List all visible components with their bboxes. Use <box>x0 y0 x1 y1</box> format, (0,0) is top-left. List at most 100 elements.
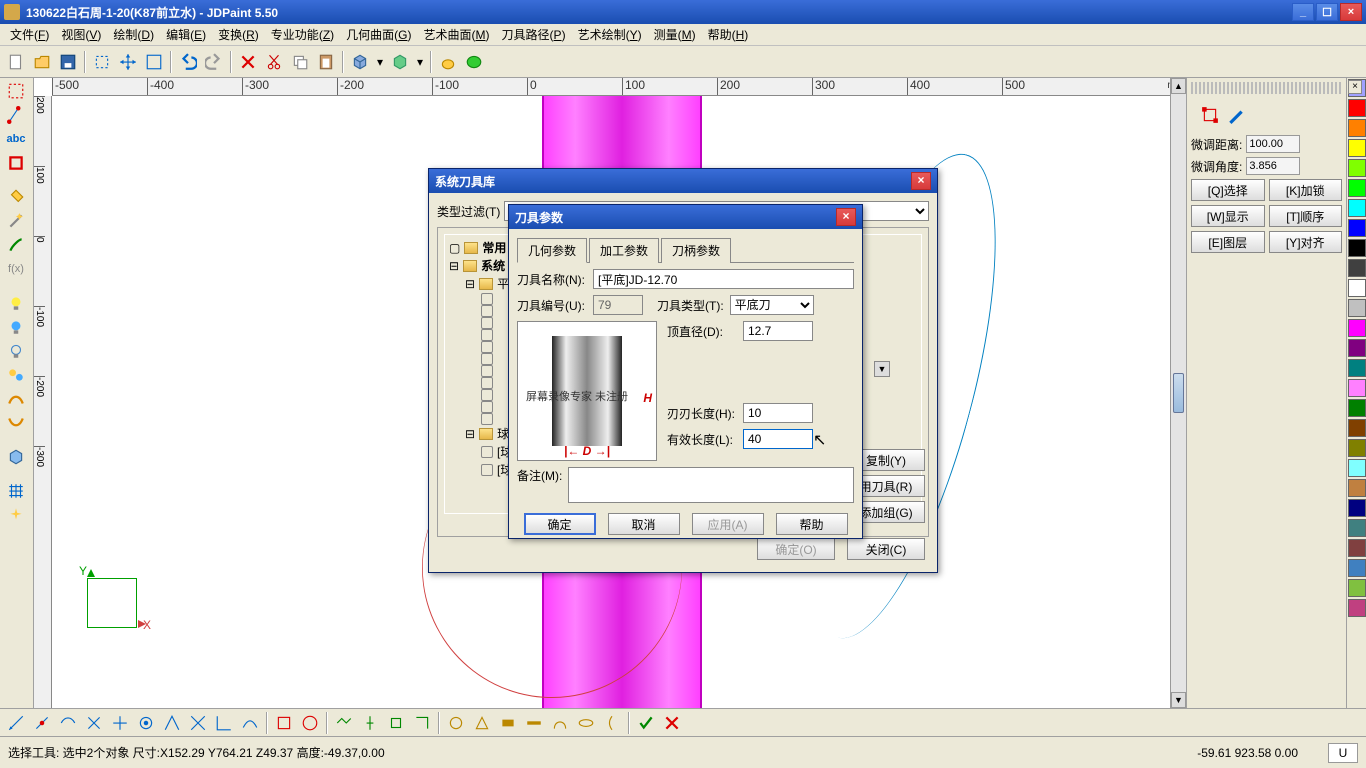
bottom-tool-icon[interactable] <box>358 711 382 735</box>
bottom-check-icon[interactable] <box>634 711 658 735</box>
color-swatch[interactable] <box>1348 119 1366 137</box>
dropdown-icon[interactable]: ▾ <box>374 50 386 74</box>
shape-icon[interactable] <box>462 50 486 74</box>
scroll-thumb[interactable] <box>1173 373 1184 413</box>
menu-toolpath[interactable]: 刀具路径(P) <box>496 24 572 45</box>
text-icon[interactable]: abc <box>2 128 30 150</box>
scroll-up-icon[interactable]: ▲ <box>1171 78 1186 94</box>
angle-input[interactable] <box>1246 157 1300 175</box>
brush-icon[interactable] <box>2 234 30 256</box>
sparkle-icon[interactable] <box>2 504 30 526</box>
dialog-title-bar[interactable]: 系统刀具库 × <box>429 169 937 193</box>
transform-box-icon[interactable] <box>1201 106 1219 127</box>
menu-view[interactable]: 视图(V) <box>55 24 107 45</box>
bottom-tool-icon[interactable] <box>238 711 262 735</box>
help-button[interactable]: 帮助 <box>776 513 848 535</box>
color-swatch[interactable] <box>1348 199 1366 217</box>
3d-box-icon[interactable] <box>348 50 372 74</box>
bladelen-input[interactable] <box>743 403 813 423</box>
bottom-tool-icon[interactable] <box>82 711 106 735</box>
paste-icon[interactable] <box>314 50 338 74</box>
color-swatch[interactable] <box>1348 479 1366 497</box>
type-select[interactable]: 平底刀 <box>730 295 814 315</box>
render-icon[interactable] <box>388 50 412 74</box>
rect-select-icon[interactable] <box>2 80 30 102</box>
topdia-input[interactable] <box>743 321 813 341</box>
color-swatch[interactable] <box>1348 259 1366 277</box>
bottom-cancel-icon[interactable] <box>660 711 684 735</box>
bottom-tool-icon[interactable] <box>332 711 356 735</box>
redo-icon[interactable] <box>202 50 226 74</box>
select-btn[interactable]: [Q]选择 <box>1191 179 1265 201</box>
bottom-tool-icon[interactable] <box>298 711 322 735</box>
delete-icon[interactable] <box>236 50 260 74</box>
bottom-tool-icon[interactable] <box>548 711 572 735</box>
menu-edit[interactable]: 编辑(E) <box>160 24 212 45</box>
bottom-tool-icon[interactable] <box>574 711 598 735</box>
color-swatch[interactable] <box>1348 359 1366 377</box>
panel-close-icon[interactable]: × <box>1348 80 1362 94</box>
menu-draw[interactable]: 绘制(D) <box>107 24 160 45</box>
3d-cube-icon[interactable] <box>2 446 30 468</box>
bulb-blue-icon[interactable] <box>2 316 30 338</box>
menu-art-surface[interactable]: 艺术曲面(M) <box>418 24 496 45</box>
color-swatch[interactable] <box>1348 339 1366 357</box>
tree-scroll-down-icon[interactable]: ▼ <box>874 361 890 377</box>
ok-button[interactable]: 确定 <box>524 513 596 535</box>
menu-art-draw[interactable]: 艺术绘制(Y) <box>572 24 648 45</box>
color-swatch[interactable] <box>1348 499 1366 517</box>
cancel-button[interactable]: 取消 <box>608 513 680 535</box>
color-swatch[interactable] <box>1348 559 1366 577</box>
copy-icon[interactable] <box>288 50 312 74</box>
undo-icon[interactable] <box>176 50 200 74</box>
path2-icon[interactable] <box>2 412 30 434</box>
bulb-yellow-icon[interactable] <box>2 292 30 314</box>
bottom-tool-icon[interactable] <box>108 711 132 735</box>
bottom-tool-icon[interactable] <box>444 711 468 735</box>
bucket-icon[interactable] <box>2 186 30 208</box>
bottom-tool-icon[interactable] <box>30 711 54 735</box>
bottom-tool-icon[interactable] <box>384 711 408 735</box>
save-file-icon[interactable] <box>56 50 80 74</box>
color-swatch[interactable] <box>1348 539 1366 557</box>
color-swatch[interactable] <box>1348 439 1366 457</box>
menu-transform[interactable]: 变换(R) <box>212 24 265 45</box>
grid-icon[interactable] <box>2 480 30 502</box>
dialog-title-bar[interactable]: 刀具参数 × <box>509 205 862 229</box>
maximize-button[interactable]: ☐ <box>1316 3 1338 21</box>
wand-icon[interactable] <box>2 210 30 232</box>
dropdown-icon[interactable]: ▾ <box>414 50 426 74</box>
color-swatch[interactable] <box>1348 179 1366 197</box>
trim-icon[interactable] <box>142 50 166 74</box>
path-icon[interactable] <box>2 388 30 410</box>
apply-button[interactable]: 应用(A) <box>692 513 764 535</box>
menu-help[interactable]: 帮助(H) <box>702 24 755 45</box>
remark-textarea[interactable] <box>568 467 854 503</box>
bottom-tool-icon[interactable] <box>4 711 28 735</box>
vertical-scrollbar[interactable]: ▲ ▼ <box>1170 78 1186 708</box>
scroll-down-icon[interactable]: ▼ <box>1171 692 1186 708</box>
dock-handle[interactable] <box>1191 82 1342 94</box>
toggle-icon[interactable] <box>2 364 30 386</box>
bottom-tool-icon[interactable] <box>410 711 434 735</box>
color-swatch[interactable] <box>1348 239 1366 257</box>
node-edit-icon[interactable] <box>2 104 30 126</box>
color-swatch[interactable] <box>1348 379 1366 397</box>
minimize-button[interactable]: _ <box>1292 3 1314 21</box>
dialog-close-button[interactable]: × <box>911 172 931 190</box>
color-swatch[interactable] <box>1348 319 1366 337</box>
bottom-tool-icon[interactable] <box>56 711 80 735</box>
color-swatch[interactable] <box>1348 419 1366 437</box>
color-swatch[interactable] <box>1348 279 1366 297</box>
bottom-tool-icon[interactable] <box>160 711 184 735</box>
menu-file[interactable]: 文件(F) <box>4 24 55 45</box>
move-icon[interactable] <box>116 50 140 74</box>
color-swatch[interactable] <box>1348 99 1366 117</box>
new-file-icon[interactable] <box>4 50 28 74</box>
color-swatch[interactable] <box>1348 459 1366 477</box>
lock-btn[interactable]: [K]加锁 <box>1269 179 1343 201</box>
menu-measure[interactable]: 测量(M) <box>648 24 702 45</box>
tab-machining[interactable]: 加工参数 <box>589 238 659 263</box>
color-swatch[interactable] <box>1348 399 1366 417</box>
color-swatch[interactable] <box>1348 159 1366 177</box>
